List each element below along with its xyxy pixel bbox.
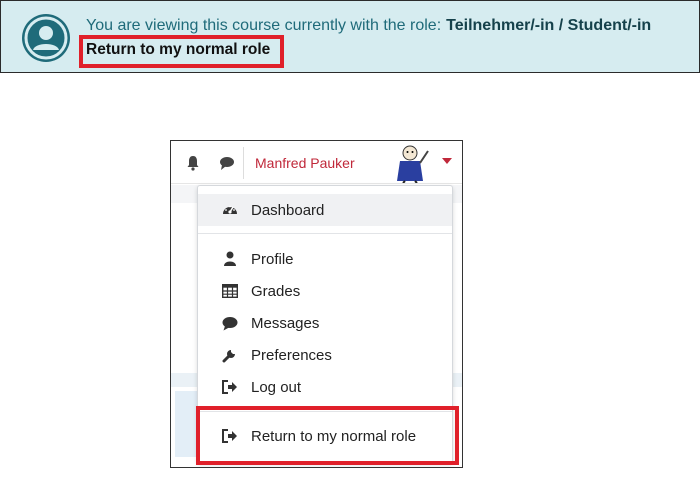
menu-item-label: Messages bbox=[251, 314, 320, 332]
menu-item-label: Return to my normal role bbox=[251, 427, 417, 445]
menu-divider bbox=[198, 411, 452, 412]
return-to-normal-role-link[interactable]: Return to my normal role bbox=[86, 41, 270, 59]
top-navbar: Manfred Pauker bbox=[171, 141, 462, 184]
navbar-divider bbox=[243, 147, 244, 179]
role-switch-banner: You are viewing this course currently wi… bbox=[0, 0, 700, 73]
menu-item-label: Grades bbox=[251, 282, 301, 300]
bell-icon[interactable] bbox=[185, 155, 201, 171]
chat-bubble-icon[interactable] bbox=[219, 155, 235, 171]
menu-item-grades[interactable]: Grades bbox=[198, 275, 452, 307]
user-avatar[interactable] bbox=[393, 143, 429, 183]
chat-bubble-icon bbox=[222, 315, 238, 331]
table-icon bbox=[222, 283, 238, 299]
user-menu-panel: Manfred Pauker Dashboard Profile Grades … bbox=[170, 140, 463, 468]
chevron-down-icon[interactable] bbox=[442, 158, 452, 164]
menu-item-label: Profile bbox=[251, 250, 294, 268]
menu-item-log-out[interactable]: Log out bbox=[198, 371, 452, 403]
menu-item-label: Log out bbox=[251, 378, 302, 396]
user-icon bbox=[222, 251, 238, 267]
menu-divider bbox=[198, 233, 452, 234]
user-name[interactable]: Manfred Pauker bbox=[255, 155, 355, 171]
menu-item-label: Preferences bbox=[251, 346, 332, 364]
sign-out-icon bbox=[222, 428, 238, 444]
user-avatar-icon bbox=[22, 14, 70, 62]
menu-item-preferences[interactable]: Preferences bbox=[198, 339, 452, 371]
wrench-icon bbox=[222, 347, 238, 363]
menu-item-return-to-normal-role[interactable]: Return to my normal role bbox=[198, 420, 452, 452]
role-message: You are viewing this course currently wi… bbox=[86, 17, 651, 35]
menu-item-profile[interactable]: Profile bbox=[198, 243, 452, 275]
menu-item-messages[interactable]: Messages bbox=[198, 307, 452, 339]
sign-out-icon bbox=[222, 379, 238, 395]
menu-item-label: Dashboard bbox=[251, 201, 325, 219]
role-message-text: You are viewing this course currently wi… bbox=[86, 17, 442, 34]
role-name: Teilnehmer/-in / Student/-in bbox=[446, 17, 652, 34]
dashboard-gauge-icon bbox=[222, 202, 238, 218]
menu-item-dashboard[interactable]: Dashboard bbox=[198, 194, 452, 226]
user-dropdown-menu: Dashboard Profile Grades Messages Prefer… bbox=[197, 185, 453, 463]
